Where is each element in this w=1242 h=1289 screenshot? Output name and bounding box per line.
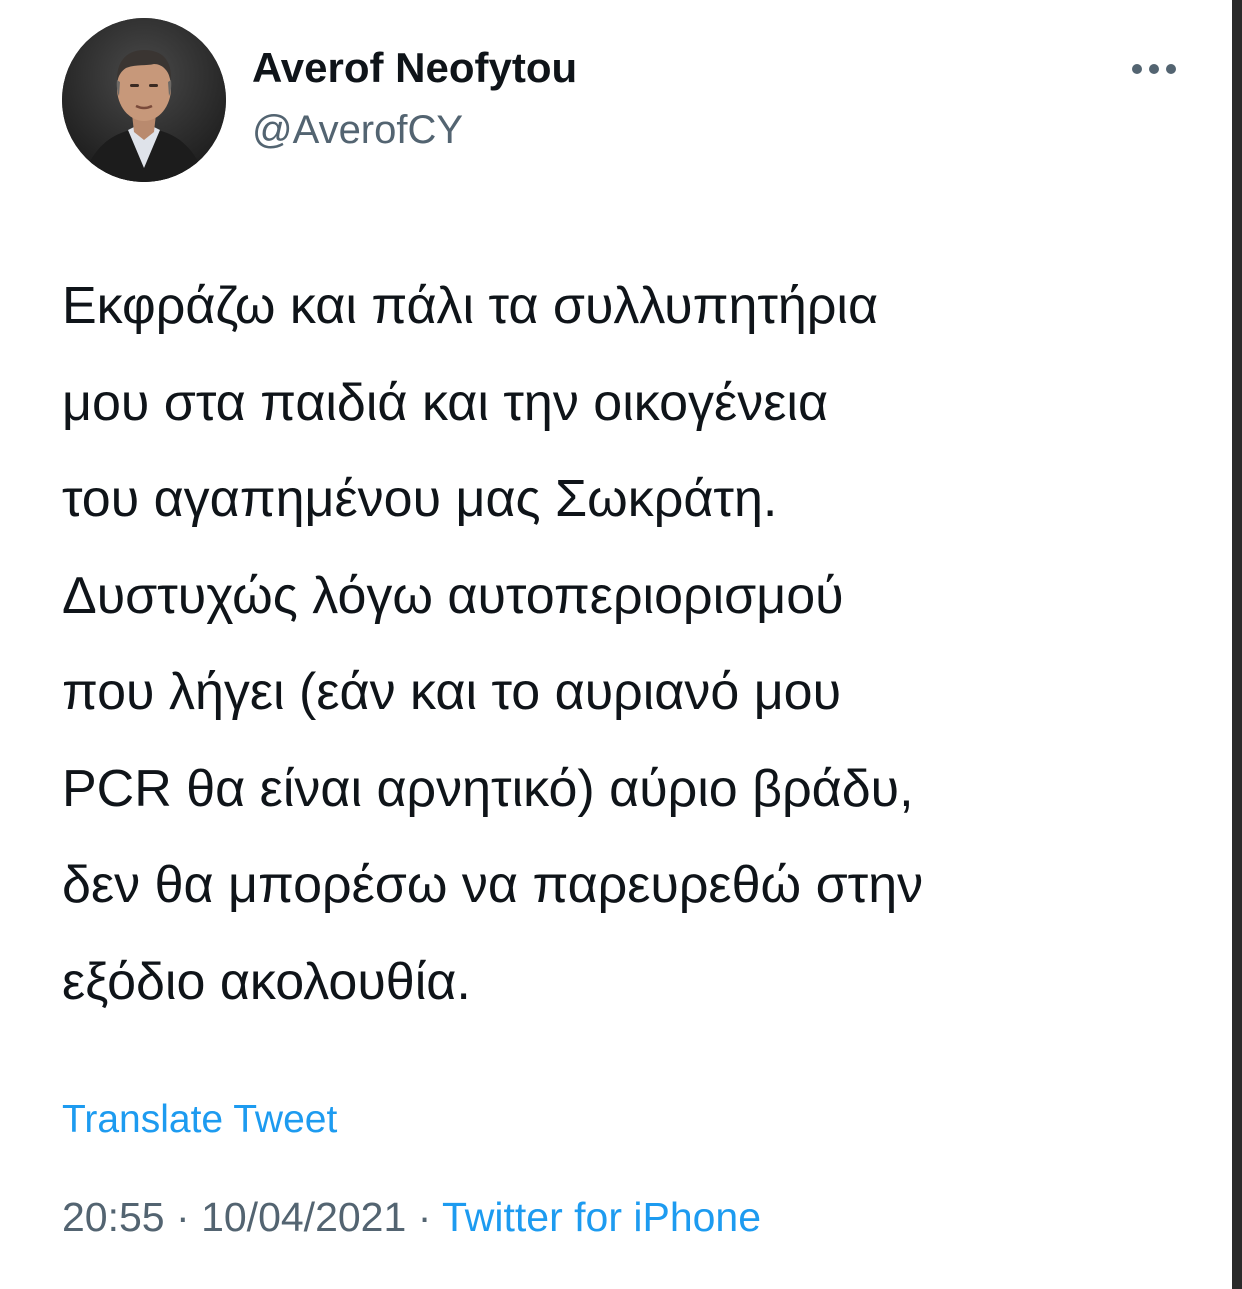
tweet: Averof Neofytou @AverofCY Εκφράζω και πά… xyxy=(0,0,1232,1289)
separator: · xyxy=(417,1194,432,1240)
separator: · xyxy=(176,1194,190,1240)
avatar[interactable] xyxy=(62,18,226,182)
tweet-text-line: Δυστυχώς λόγω αυτοπεριορισμού xyxy=(62,566,844,625)
tweet-text-line: που λήγει (εάν και το αυριανό μου xyxy=(62,663,842,721)
user-handle[interactable]: @AverofCY xyxy=(252,108,463,153)
tweet-text-line: μου στα παιδιά και την οικογένεια xyxy=(62,373,829,432)
tweet-text-line: Εκφράζω και πάλι τα συλλυπητήρια xyxy=(62,277,879,335)
more-options-button[interactable] xyxy=(1126,52,1182,86)
more-horizontal-icon xyxy=(1132,64,1176,74)
tweet-text-line: του αγαπημένου μας Σωκράτη. xyxy=(62,470,778,528)
tweet-metadata: 20:55 · 10/04/2021 · Twitter for iPhone xyxy=(62,1194,761,1241)
tweet-source-link[interactable]: Twitter for iPhone xyxy=(442,1194,761,1240)
tweet-text-line: PCR θα είναι αρνητικό) αύριο βράδυ, xyxy=(62,759,914,818)
tweet-date[interactable]: 10/04/2021 xyxy=(201,1194,406,1240)
profile-photo xyxy=(62,18,226,182)
tweet-text: Εκφράζω και πάλι τα συλλυπητήρια μου στα… xyxy=(62,258,1192,1030)
display-name[interactable]: Averof Neofytou xyxy=(252,44,577,92)
tweet-time[interactable]: 20:55 xyxy=(62,1194,165,1240)
tweet-text-line: δεν θα μπορέσω να παρευρεθώ στην xyxy=(62,856,924,914)
tweet-text-line: εξόδιο ακολουθία. xyxy=(62,952,471,1011)
translate-tweet-link[interactable]: Translate Tweet xyxy=(62,1098,337,1142)
screen-edge xyxy=(1232,0,1242,1289)
